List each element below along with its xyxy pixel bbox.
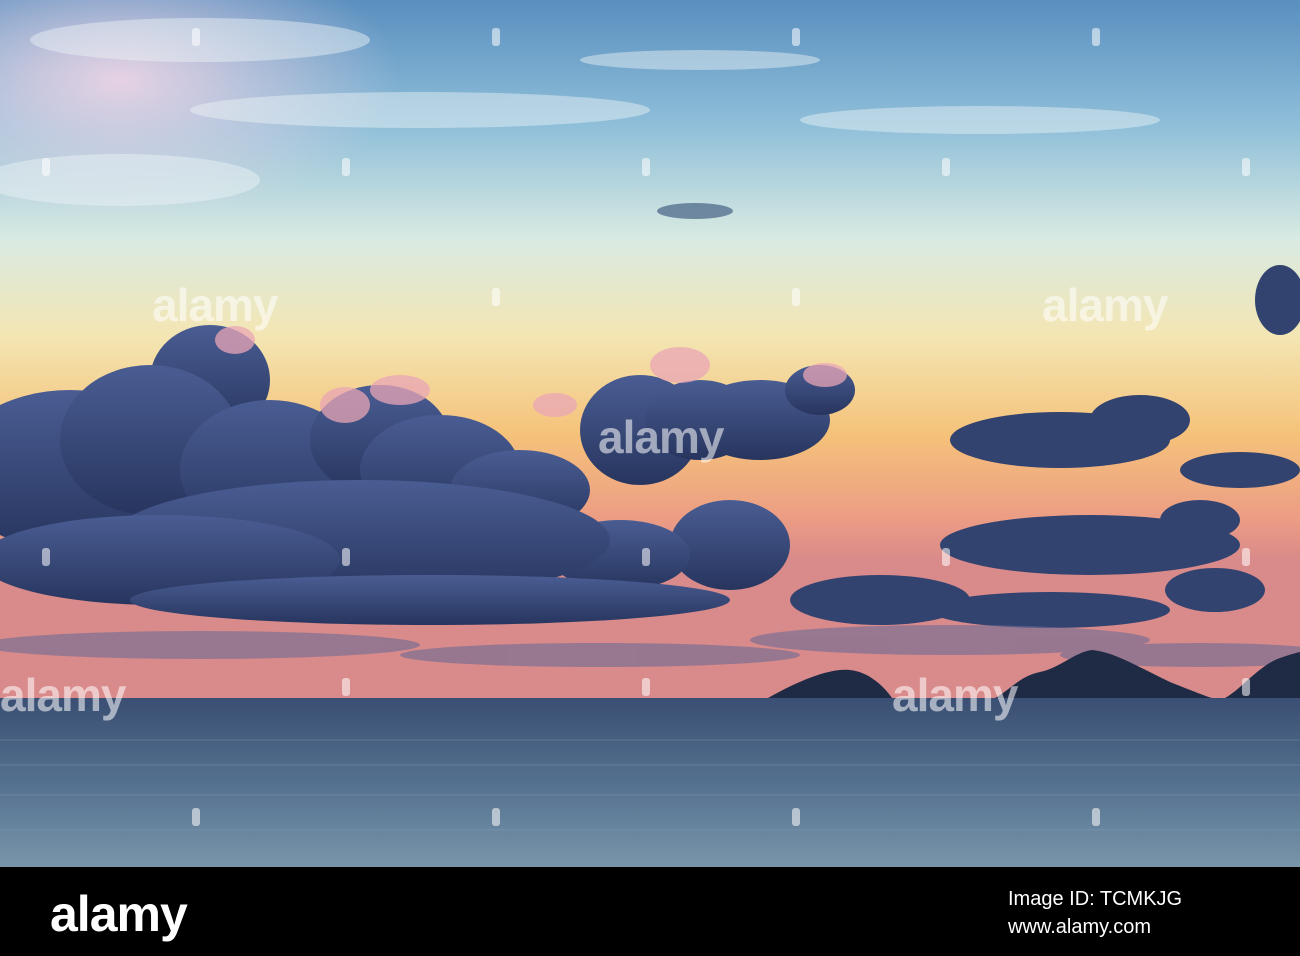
sea — [0, 698, 1300, 867]
watermark: alamy — [598, 411, 724, 463]
watermark-dot — [42, 158, 50, 176]
watermark-dot — [642, 158, 650, 176]
brand-logo[interactable]: alamy — [50, 885, 188, 943]
watermark-dot — [792, 28, 800, 46]
watermark-dot — [342, 548, 350, 566]
image-id-label: Image ID: TCMKJG — [1008, 888, 1183, 910]
watermark-dot — [342, 158, 350, 176]
watermark-dot — [342, 678, 350, 696]
watermark: alamy — [152, 279, 278, 331]
watermark-dot — [1242, 678, 1250, 696]
watermark-dot — [492, 28, 500, 46]
watermark-dot — [1242, 158, 1250, 176]
site-url[interactable]: www.alamy.com — [1008, 916, 1151, 939]
watermark-dot — [1092, 28, 1100, 46]
watermark-dot — [1092, 808, 1100, 826]
watermark-dot — [42, 548, 50, 566]
watermark-dot — [642, 548, 650, 566]
watermark-dot — [942, 158, 950, 176]
small-dark-cloud — [657, 203, 733, 219]
watermark-dot — [792, 288, 800, 306]
watermark: alamy — [1042, 279, 1168, 331]
watermark-dot — [1242, 548, 1250, 566]
watermark: alamy — [892, 669, 1018, 721]
watermark-dot — [942, 548, 950, 566]
sunset-photo: alamy alamy alamy alamy alamy — [0, 0, 1300, 867]
watermark: alamy — [0, 669, 126, 721]
footer-bar: alamy — [0, 867, 1300, 956]
watermark-dot — [492, 808, 500, 826]
watermark-dot — [642, 678, 650, 696]
watermark-dot — [192, 808, 200, 826]
watermark-dot — [492, 288, 500, 306]
watermark-dot — [792, 808, 800, 826]
watermark-dot — [192, 28, 200, 46]
